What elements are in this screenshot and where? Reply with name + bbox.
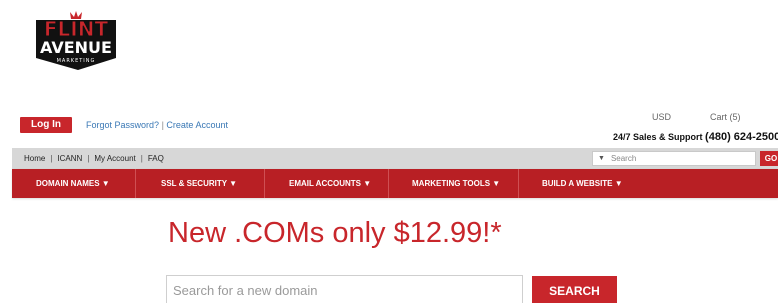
support-label: 24/7 Sales & Support [613,132,703,142]
cart-link[interactable]: Cart (5) [710,112,741,122]
nav-marketing-tools[interactable]: MARKETING TOOLS ▼ [389,169,519,198]
nav-build-website[interactable]: BUILD A WEBSITE ▼ [519,169,778,198]
search-button[interactable]: SEARCH [532,276,617,303]
nav-my-account[interactable]: My Account [94,154,135,163]
nav-domain-names[interactable]: DOMAIN NAMES ▼ [12,169,136,198]
login-button[interactable]: Log In [20,117,72,133]
logo-line2: AVENUE [40,38,112,57]
forgot-password-link[interactable]: Forgot Password? [86,120,159,130]
go-button[interactable]: GO [760,151,778,166]
promo-headline: New .COMs only $12.99!* [168,217,502,249]
divider: | [140,154,143,163]
currency-selector[interactable]: USD [652,112,671,122]
utility-links: Home | ICANN | My Account | FAQ [24,154,164,163]
nav-ssl-security[interactable]: SSL & SECURITY ▼ [136,169,265,198]
link-separator: | [161,120,164,130]
logo-line3: MARKETING [57,58,96,64]
nav-email-accounts[interactable]: EMAIL ACCOUNTS ▼ [265,169,389,198]
site-search-input[interactable]: ▼ Search [592,151,756,166]
brand-logo[interactable]: FLINT AVENUE MARKETING [30,8,122,72]
nav-faq[interactable]: FAQ [148,154,164,163]
support-info: 24/7 Sales & Support (480) 624-2500 [613,131,778,143]
nav-home[interactable]: Home [24,154,45,163]
divider: | [87,154,90,163]
support-phone: (480) 624-2500 [705,131,778,143]
utility-bar: Home | ICANN | My Account | FAQ ▼ Search GO [12,148,778,169]
site-search-placeholder: Search [610,154,637,163]
domain-search-input[interactable]: Search for a new domain [166,275,523,303]
main-nav: DOMAIN NAMES ▼ SSL & SECURITY ▼ EMAIL AC… [12,169,778,198]
nav-icann[interactable]: ICANN [57,154,82,163]
account-links: Forgot Password? | Create Account [86,120,228,130]
divider: | [50,154,53,163]
chevron-down-icon[interactable]: ▼ [598,155,605,162]
create-account-link[interactable]: Create Account [166,120,228,130]
